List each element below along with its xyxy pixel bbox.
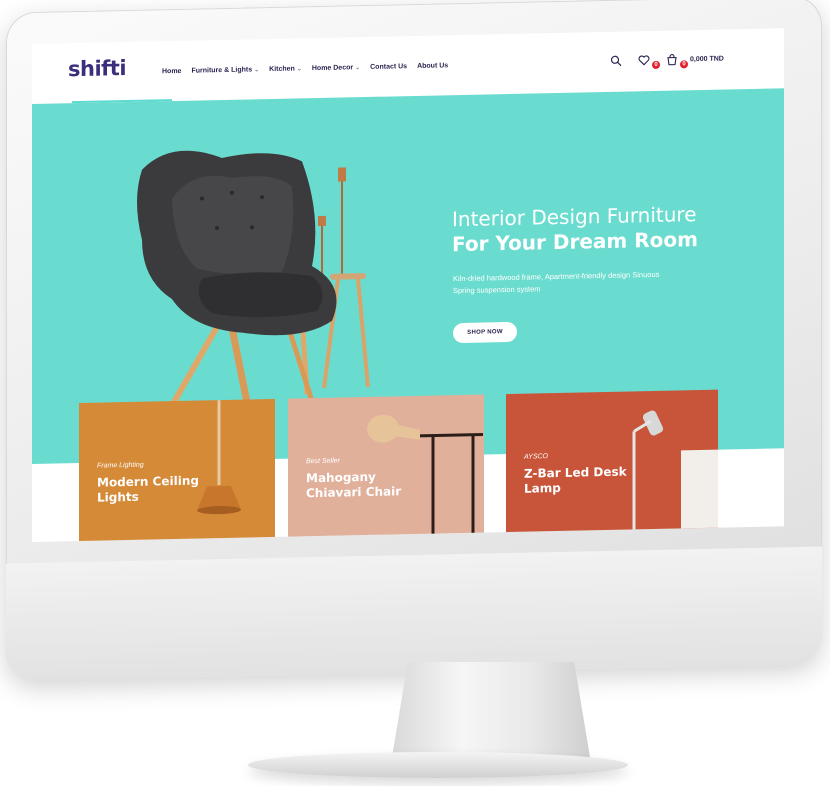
desk-lamp-image (632, 410, 718, 532)
hero-title-line2: For Your Dream Room (452, 227, 698, 257)
chevron-down-icon: ⌄ (355, 65, 361, 72)
hero-title: Interior Design Furniture For Your Dream… (452, 202, 698, 257)
card-tag: Frame Lighting (97, 461, 144, 470)
nav-item-furniture-lights[interactable]: Furniture & Lights ⌄ (191, 66, 259, 74)
search-button[interactable] (610, 54, 628, 68)
cart-icon (667, 54, 677, 66)
cart-count-badge: 0 (680, 60, 688, 69)
heart-icon (638, 55, 650, 66)
hero-description: Kiln-dried hardwood frame, Apartment-fri… (453, 269, 660, 296)
armchair-image (137, 150, 370, 429)
chevron-down-icon: ⌄ (296, 66, 302, 73)
nav-item-home-decor[interactable]: Home Decor ⌄ (312, 64, 360, 72)
nav-item-label: Kitchen (269, 65, 295, 74)
wishlist-button[interactable]: 0 (638, 53, 660, 70)
nav-item-label: About Us (417, 62, 449, 70)
shop-now-button[interactable]: SHOP NOW (453, 321, 517, 344)
card-tag: Best Seller (306, 457, 340, 466)
cart-total[interactable]: 0,000 TND (690, 55, 724, 63)
card-tag: AYSCO (524, 453, 548, 461)
card-title: Modern Ceiling Lights (97, 473, 199, 505)
nav-item-label: Home Decor (311, 64, 354, 73)
product-card-ceiling-lights[interactable]: Frame Lighting Modern Ceiling Lights (79, 398, 275, 542)
wishlist-count-badge: 0 (652, 60, 660, 70)
nav-item-contact-us[interactable]: Contact Us (370, 63, 407, 71)
monitor-chin (6, 546, 822, 682)
card-title: Mahogany Chiavari Chair (306, 469, 402, 501)
floor-lamp-image (367, 414, 483, 536)
monitor-stand (392, 662, 590, 757)
nav-item-label: Furniture & Lights (191, 66, 253, 75)
pendant-lamp-image (197, 400, 241, 515)
header-icons: 0 0 0,000 TND (610, 52, 724, 70)
chevron-down-icon: ⌄ (254, 67, 260, 74)
product-card-chiavari-chair[interactable]: Best Seller Mahogany Chiavari Chair (288, 394, 484, 539)
product-card-desk-lamp[interactable]: AYSCO Z-Bar Led Desk Lamp (506, 389, 718, 535)
search-icon (610, 55, 622, 67)
nav-item-about-us[interactable]: About Us (417, 62, 448, 70)
site-logo[interactable]: shifti (68, 56, 126, 81)
nav-item-kitchen[interactable]: Kitchen ⌄ (269, 65, 302, 73)
main-nav: Home Furniture & Lights ⌄ Kitchen ⌄ Home… (162, 62, 448, 75)
nav-item-home[interactable]: Home (162, 68, 181, 75)
website-screen: shifti Home Furniture & Lights ⌄ Kitchen… (32, 28, 784, 542)
card-title: Z-Bar Led Desk Lamp (524, 464, 627, 496)
cart-button[interactable]: 0 (666, 52, 688, 69)
nav-item-label: Home (162, 67, 182, 76)
monitor-base (248, 752, 628, 778)
nav-item-label: Contact Us (370, 63, 408, 71)
